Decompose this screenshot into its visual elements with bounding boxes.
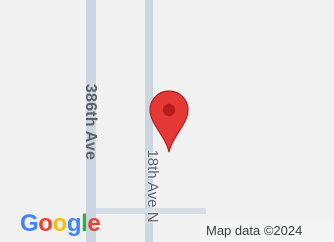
google-logo-letter: e: [87, 210, 101, 237]
google-logo-letter: o: [52, 210, 68, 237]
map-attribution: Map data ©2024: [200, 220, 334, 242]
road-label-386th-ave: 386th Ave: [82, 83, 99, 161]
map-view[interactable]: 386th Ave 18th Ave N G o o g l e Map dat…: [0, 0, 334, 242]
google-logo: G o o g l e: [20, 210, 110, 238]
google-logo-letter: G: [20, 210, 39, 237]
map-pin-icon[interactable]: [145, 89, 193, 155]
google-logo-letter: g: [66, 210, 82, 237]
google-logo-letter: o: [38, 210, 53, 237]
